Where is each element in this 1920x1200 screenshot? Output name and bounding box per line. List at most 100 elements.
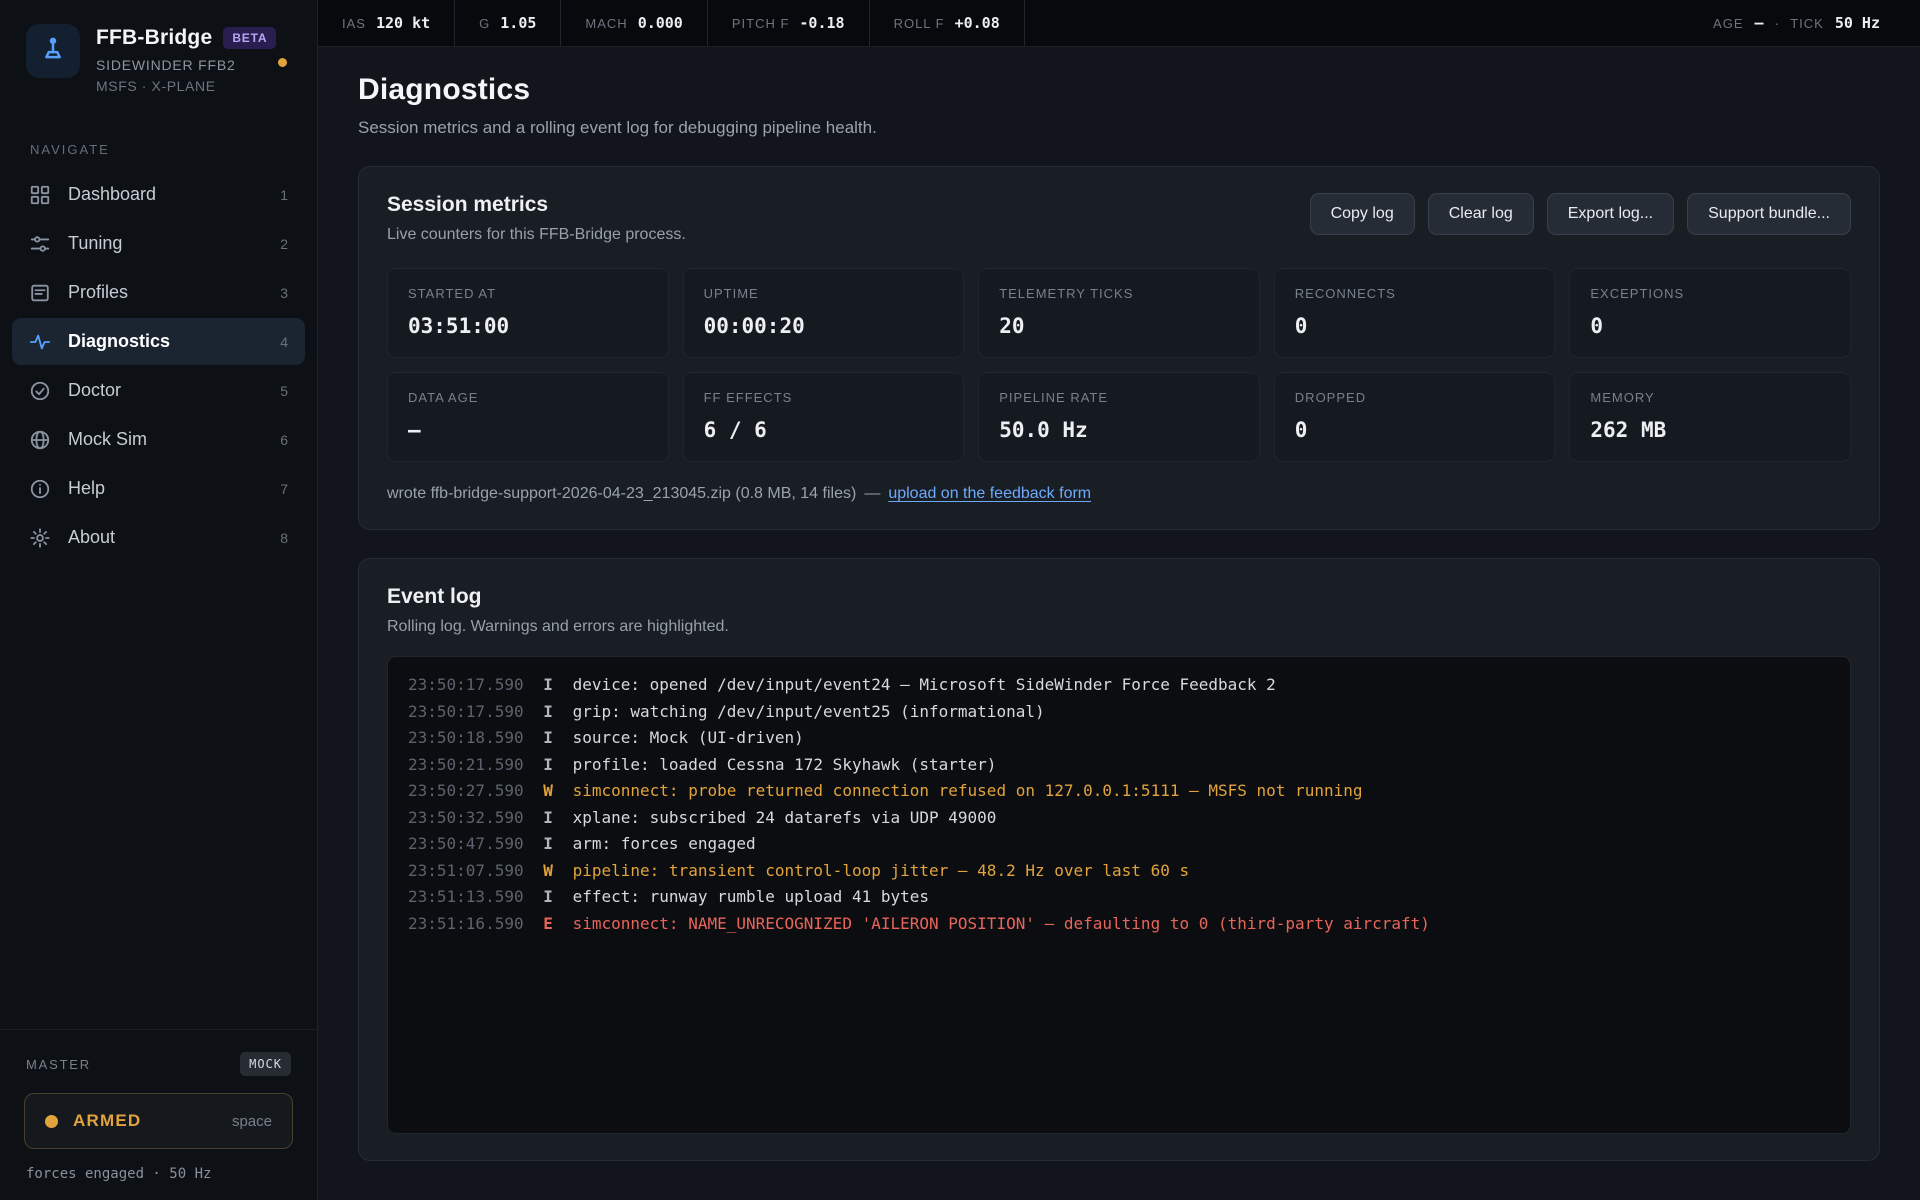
device-name: SIDEWINDER FFB2	[96, 57, 276, 73]
log-actions: Copy log Clear log Export log... Support…	[1310, 193, 1851, 235]
metric-value: 0	[1295, 314, 1535, 338]
gear-icon	[29, 527, 51, 549]
sidebar-item-dashboard[interactable]: Dashboard 1	[12, 171, 305, 218]
main-column: IAS 120 kt G 1.05 MACH 0.000 PITCH F -0.…	[318, 0, 1920, 1200]
readout-value: 120 kt	[376, 14, 430, 32]
shortcut-hint: 2	[280, 236, 288, 252]
tick-label: TICK	[1790, 16, 1824, 31]
metric-dropped: DROPPED 0	[1274, 372, 1556, 462]
export-log-button[interactable]: Export log...	[1547, 193, 1674, 235]
metric-uptime: UPTIME 00:00:20	[683, 268, 965, 358]
app-header-text: FFB-Bridge BETA SIDEWINDER FFB2 MSFS · X…	[96, 24, 276, 94]
armed-shortcut-hint: space	[232, 1113, 272, 1130]
app-name: FFB-Bridge	[96, 26, 212, 50]
sidebar-item-doctor[interactable]: Doctor 5	[12, 367, 305, 414]
sidebar-item-about[interactable]: About 8	[12, 514, 305, 561]
log-message: simconnect: probe returned connection re…	[573, 778, 1363, 805]
log-level: I	[541, 752, 556, 779]
session-card-title: Session metrics	[387, 193, 686, 217]
session-metrics-card: Session metrics Live counters for this F…	[358, 166, 1880, 530]
log-time: 23:50:47.590	[408, 831, 524, 858]
layers-icon	[29, 282, 51, 304]
log-time: 23:50:32.590	[408, 805, 524, 832]
metric-label: TELEMETRY TICKS	[999, 286, 1239, 301]
log-message: source: Mock (UI-driven)	[573, 725, 804, 752]
info-icon	[29, 478, 51, 500]
sidebar-nav: Dashboard 1 Tuning 2 Profiles 3 Diagnost…	[0, 171, 317, 561]
session-card-subtitle: Live counters for this FFB-Bridge proces…	[387, 226, 686, 244]
metric-value: 03:51:00	[408, 314, 648, 338]
armed-toggle-button[interactable]: ARMED space	[24, 1093, 293, 1149]
metric-label: EXCEPTIONS	[1590, 286, 1830, 301]
metric-memory: MEMORY 262 MB	[1569, 372, 1851, 462]
log-level: I	[541, 699, 556, 726]
log-level: I	[541, 672, 556, 699]
sidebar-item-label: Diagnostics	[68, 331, 263, 352]
log-message: arm: forces engaged	[573, 831, 756, 858]
readout-label: IAS	[342, 16, 366, 31]
armed-label: ARMED	[73, 1111, 217, 1131]
log-time: 23:50:27.590	[408, 778, 524, 805]
page-content: Diagnostics Session metrics and a rollin…	[318, 47, 1920, 1200]
footer-separator: —	[864, 485, 880, 502]
shortcut-hint: 1	[280, 187, 288, 203]
age-value: —	[1755, 14, 1764, 32]
log-message: device: opened /dev/input/event24 — Micr…	[573, 672, 1276, 699]
sidebar-item-label: About	[68, 527, 263, 548]
log-time: 23:50:17.590	[408, 699, 524, 726]
log-row: 23:51:16.590 E simconnect: NAME_UNRECOGN…	[408, 911, 1830, 938]
sidebar-item-profiles[interactable]: Profiles 3	[12, 269, 305, 316]
check-circle-icon	[29, 380, 51, 402]
shortcut-hint: 4	[280, 334, 288, 350]
sim-targets: MSFS · X-PLANE	[96, 78, 276, 94]
log-time: 23:50:17.590	[408, 672, 524, 699]
session-card-heading: Session metrics Live counters for this F…	[387, 193, 686, 244]
support-bundle-button[interactable]: Support bundle...	[1687, 193, 1851, 235]
metric-label: DROPPED	[1295, 390, 1535, 405]
feedback-form-link[interactable]: upload on the feedback form	[888, 485, 1091, 502]
log-message: xplane: subscribed 24 datarefs via UDP 4…	[573, 805, 997, 832]
sidebar-item-label: Doctor	[68, 380, 263, 401]
master-label: MASTER	[26, 1057, 91, 1072]
support-bundle-status: wrote ffb-bridge-support-2026-04-23_2130…	[387, 485, 1851, 503]
sidebar: FFB-Bridge BETA SIDEWINDER FFB2 MSFS · X…	[0, 0, 318, 1200]
log-row: 23:50:17.590 I device: opened /dev/input…	[408, 672, 1830, 699]
metric-reconnects: RECONNECTS 0	[1274, 268, 1556, 358]
sidebar-item-tuning[interactable]: Tuning 2	[12, 220, 305, 267]
clear-log-button[interactable]: Clear log	[1428, 193, 1534, 235]
sliders-icon	[29, 233, 51, 255]
event-log-subtitle: Rolling log. Warnings and errors are hig…	[387, 618, 1851, 636]
log-time: 23:50:21.590	[408, 752, 524, 779]
log-row: 23:50:17.590 I grip: watching /dev/input…	[408, 699, 1830, 726]
log-level: W	[541, 778, 556, 805]
age-label: AGE	[1713, 16, 1743, 31]
shortcut-hint: 5	[280, 383, 288, 399]
metric-telemetry-ticks: TELEMETRY TICKS 20	[978, 268, 1260, 358]
log-row: 23:50:47.590 I arm: forces engaged	[408, 831, 1830, 858]
log-level: I	[541, 884, 556, 911]
armed-status-dot	[45, 1115, 58, 1128]
metric-label: PIPELINE RATE	[999, 390, 1239, 405]
sidebar-item-mock-sim[interactable]: Mock Sim 6	[12, 416, 305, 463]
readout-label: G	[479, 16, 490, 31]
readout-separator: ·	[1775, 15, 1780, 31]
sidebar-item-diagnostics[interactable]: Diagnostics 4	[12, 318, 305, 365]
log-level: I	[541, 725, 556, 752]
event-log-panel[interactable]: 23:50:17.590 I device: opened /dev/input…	[387, 656, 1851, 1134]
log-message: profile: loaded Cessna 172 Skyhawk (star…	[573, 752, 997, 779]
sidebar-item-help[interactable]: Help 7	[12, 465, 305, 512]
event-log-card: Event log Rolling log. Warnings and erro…	[358, 558, 1880, 1161]
log-row: 23:51:07.590 W pipeline: transient contr…	[408, 858, 1830, 885]
shortcut-hint: 6	[280, 432, 288, 448]
metric-value: 6 / 6	[704, 418, 944, 442]
globe-icon	[29, 429, 51, 451]
metric-value: 262 MB	[1590, 418, 1830, 442]
sidebar-item-label: Profiles	[68, 282, 263, 303]
joystick-icon	[38, 34, 68, 69]
log-row: 23:50:27.590 W simconnect: probe returne…	[408, 778, 1830, 805]
log-level: I	[541, 805, 556, 832]
copy-log-button[interactable]: Copy log	[1310, 193, 1415, 235]
readout-value: -0.18	[799, 14, 844, 32]
readout-label: ROLL F	[894, 16, 945, 31]
metric-value: 50.0 Hz	[999, 418, 1239, 442]
